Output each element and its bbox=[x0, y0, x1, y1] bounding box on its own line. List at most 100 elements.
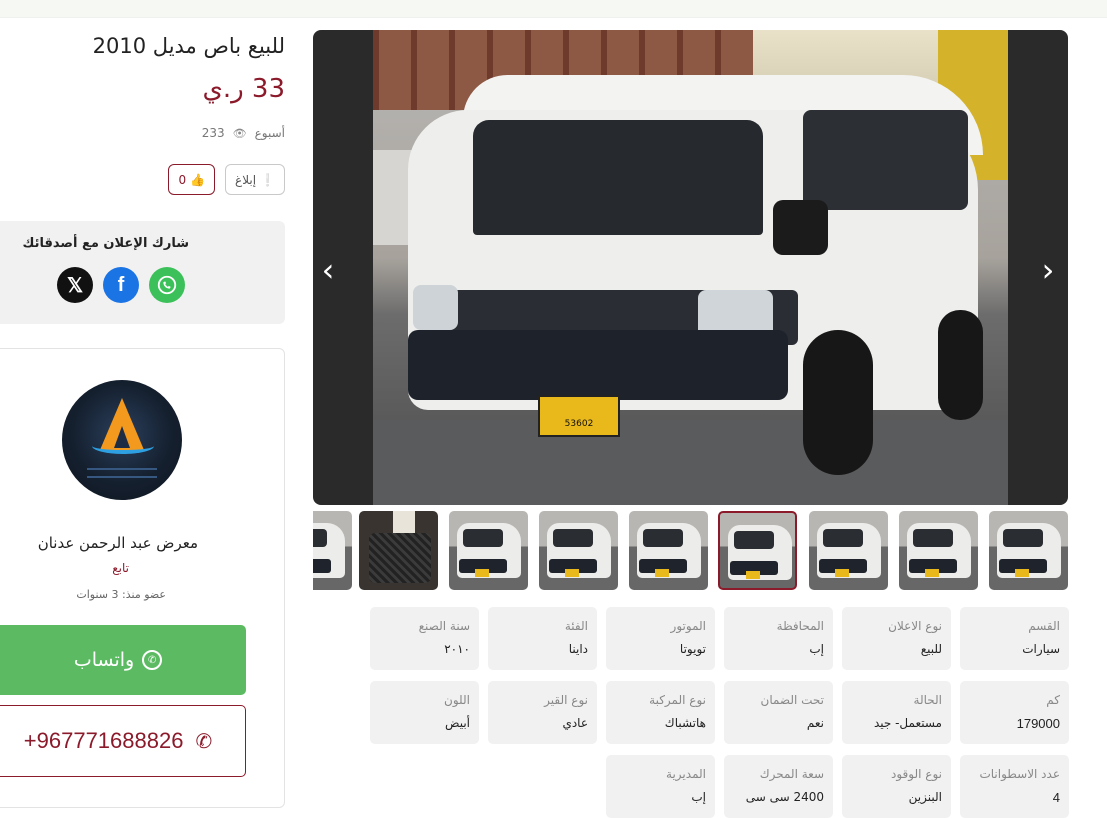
spec-value: 2400 سى سى bbox=[745, 790, 824, 804]
spec-card: المديرية إب bbox=[606, 755, 715, 818]
thumb-plate bbox=[925, 569, 939, 577]
thumbnail[interactable] bbox=[629, 511, 708, 590]
prev-image-button[interactable]: ‹ bbox=[316, 251, 340, 289]
thumbnail[interactable] bbox=[313, 511, 352, 590]
spec-card: عدد الاسطوانات 4 bbox=[960, 755, 1069, 818]
spec-key: نوع الاعلان bbox=[888, 619, 942, 633]
van-headlight bbox=[413, 285, 458, 330]
alert-icon: ❕ bbox=[260, 172, 275, 187]
spec-value: 4 bbox=[1052, 790, 1060, 805]
next-image-button[interactable]: › bbox=[1036, 251, 1060, 289]
thumbnail[interactable] bbox=[449, 511, 528, 590]
x-share-button[interactable]: 𝕏 bbox=[57, 267, 93, 303]
spec-key: المحافظة bbox=[776, 619, 824, 633]
top-bar bbox=[0, 0, 1107, 18]
thumb-plate bbox=[1015, 569, 1029, 577]
spec-value: تويوتا bbox=[679, 642, 706, 656]
share-label: شارك الإعلان مع أصدقائك bbox=[22, 236, 189, 251]
spec-card: نوع القير عادي bbox=[488, 681, 597, 744]
spec-value: أبيض bbox=[445, 716, 470, 730]
thumbnail[interactable] bbox=[899, 511, 978, 590]
spec-key: القسم bbox=[1028, 619, 1060, 633]
phone-number: +967771688826 bbox=[23, 728, 184, 753]
thumb-window bbox=[913, 529, 953, 547]
thumb-plate bbox=[565, 569, 579, 577]
main-photo[interactable]: 53602 bbox=[373, 30, 1008, 505]
thumb-bumper bbox=[313, 559, 331, 573]
chevron-right-icon: › bbox=[1041, 251, 1055, 289]
logo-line bbox=[87, 476, 157, 478]
image-viewer: 53602 bbox=[313, 30, 1068, 505]
seller-avatar[interactable] bbox=[62, 380, 182, 500]
spec-card: نوع الاعلان للبيع bbox=[842, 607, 951, 670]
spec-key: المديرية bbox=[666, 767, 706, 781]
spec-value: إب bbox=[691, 790, 706, 804]
spec-key: تحت الضمان bbox=[760, 693, 825, 707]
action-buttons: ❕ إبلاغ 👍 0 bbox=[168, 164, 285, 195]
van-side-window bbox=[803, 110, 968, 210]
spec-value: هاتشباك bbox=[664, 716, 706, 730]
whatsapp-label: واتساب bbox=[73, 649, 135, 671]
thumb-window bbox=[1003, 529, 1043, 547]
like-button[interactable]: 👍 0 bbox=[168, 164, 216, 195]
spec-key: عدد الاسطوانات bbox=[979, 767, 1060, 781]
van-wheel bbox=[938, 310, 983, 420]
van-image: 53602 bbox=[408, 75, 983, 485]
thumb-plate bbox=[475, 569, 489, 577]
spec-key: اللون bbox=[444, 693, 470, 707]
seller-name[interactable]: معرض عبد الرحمن عدنان bbox=[38, 534, 198, 552]
spec-card: سنة الصنع ٢٠١٠ bbox=[370, 607, 479, 670]
thumbnail[interactable] bbox=[809, 511, 888, 590]
spec-key: كم bbox=[1046, 693, 1060, 707]
spec-value: سيارات bbox=[1022, 642, 1060, 656]
spec-card: نوع المركبة هاتشباك bbox=[606, 681, 715, 744]
thumb-window bbox=[553, 529, 593, 547]
whatsapp-icon: ✆ bbox=[142, 650, 163, 670]
thumb-window bbox=[734, 531, 774, 549]
thumb-window bbox=[313, 529, 327, 547]
logo-line bbox=[87, 468, 157, 470]
spec-key: سنة الصنع bbox=[418, 619, 470, 633]
thumb-window bbox=[463, 529, 503, 547]
spec-card: تحت الضمان نعم bbox=[724, 681, 833, 744]
thumb-seat bbox=[369, 533, 431, 583]
thumb-plate bbox=[835, 569, 849, 577]
thumbnail-active[interactable] bbox=[718, 511, 797, 590]
call-button[interactable]: +967771688826 ✆ bbox=[0, 705, 246, 777]
listing-meta: أسبوع 👁 233 bbox=[202, 126, 285, 140]
thumbnail[interactable] bbox=[359, 511, 438, 590]
whatsapp-button[interactable]: ✆ واتساب bbox=[0, 625, 246, 695]
follow-button[interactable]: تابع bbox=[112, 561, 129, 575]
van-windshield bbox=[473, 120, 763, 235]
spec-card: المحافظة إب bbox=[724, 607, 833, 670]
spec-key: الموتور bbox=[670, 619, 706, 633]
eye-icon: 👁 bbox=[232, 126, 247, 140]
van-wheel bbox=[803, 330, 873, 475]
report-label: إبلاغ bbox=[235, 172, 257, 187]
thumb-window bbox=[823, 529, 863, 547]
whatsapp-share-button[interactable] bbox=[149, 267, 185, 303]
logo-swoosh bbox=[92, 438, 154, 454]
spec-card: الحالة مستعمل- جيد bbox=[842, 681, 951, 744]
spec-card: الفئة داينا bbox=[488, 607, 597, 670]
license-plate: 53602 bbox=[538, 395, 620, 437]
spec-value: إب bbox=[809, 642, 824, 656]
thumbnail[interactable] bbox=[989, 511, 1068, 590]
van-bumper bbox=[408, 330, 788, 400]
spec-card: اللون أبيض bbox=[370, 681, 479, 744]
thumbs-up-icon: 👍 bbox=[190, 172, 206, 187]
spec-value: ٢٠١٠ bbox=[444, 642, 470, 656]
whatsapp-icon bbox=[157, 275, 177, 295]
spec-value: للبيع bbox=[920, 642, 942, 656]
spec-card: سعة المحرك 2400 سى سى bbox=[724, 755, 833, 818]
thumbnail[interactable] bbox=[539, 511, 618, 590]
spec-value: 179000 bbox=[1016, 716, 1060, 731]
thumb-window bbox=[643, 529, 683, 547]
facebook-share-button[interactable]: f bbox=[103, 267, 139, 303]
spec-key: الحالة bbox=[913, 693, 942, 707]
report-button[interactable]: ❕ إبلاغ bbox=[225, 164, 285, 195]
van-mirror bbox=[773, 200, 828, 255]
member-since: عضو منذ: 3 سنوات bbox=[76, 588, 166, 601]
thumbnail-strip bbox=[313, 511, 1068, 591]
posted-time: أسبوع bbox=[254, 126, 285, 140]
